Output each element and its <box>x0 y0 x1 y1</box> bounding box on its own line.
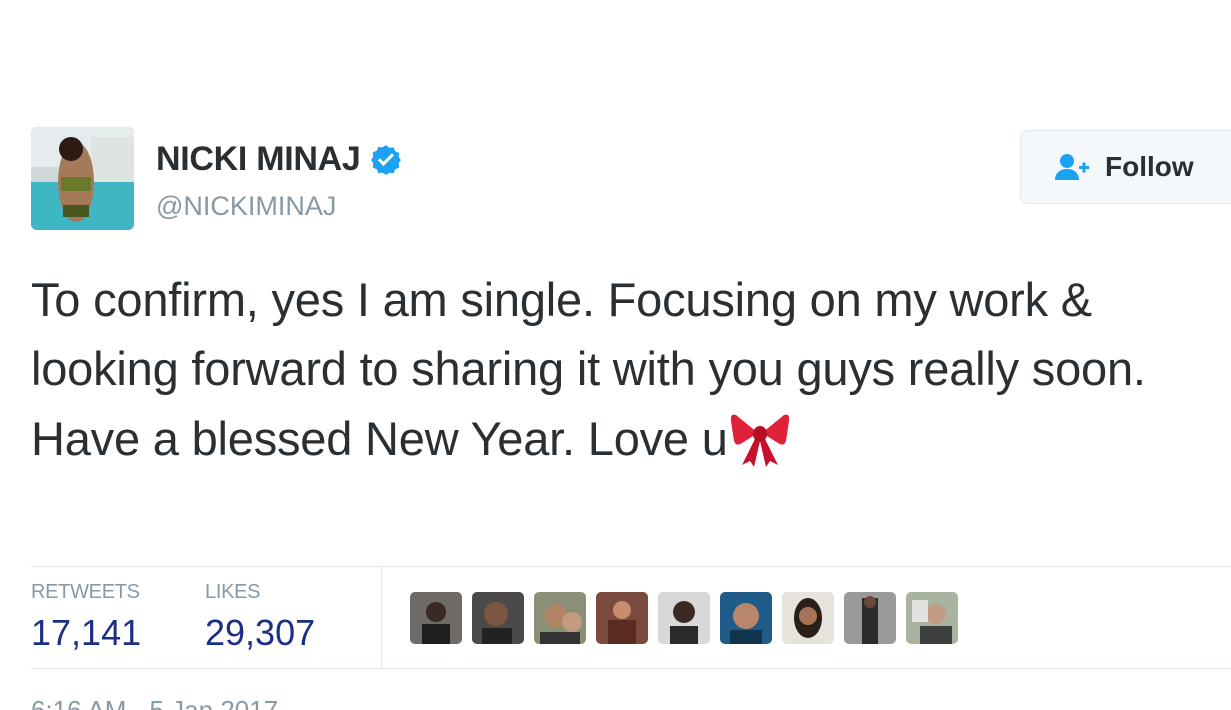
tweet-text-content: To confirm, yes I am single. Focusing on… <box>31 273 1146 465</box>
profile-avatar[interactable] <box>31 127 134 230</box>
liker-avatar[interactable] <box>534 592 586 644</box>
likes-label: LIKES <box>205 581 261 603</box>
liker-avatar[interactable] <box>596 592 648 644</box>
tweet-card: NICKI MINAJ @NICKIMINAJ Follow To confir… <box>0 0 1231 710</box>
follow-button-label: Follow <box>1105 151 1194 182</box>
stats-divider-top <box>31 566 1231 567</box>
liker-avatar[interactable] <box>906 592 958 644</box>
user-handle[interactable]: @NICKIMINAJ <box>156 191 403 222</box>
liker-avatar[interactable] <box>782 592 834 644</box>
verified-badge-icon <box>369 143 403 177</box>
tweet-text: To confirm, yes I am single. Focusing on… <box>31 265 1191 473</box>
liker-avatar[interactable] <box>720 592 772 644</box>
likers-avatars <box>410 592 958 644</box>
retweets-label: RETWEETS <box>31 581 140 603</box>
likes-stat[interactable]: LIKES 29,307 <box>205 581 315 654</box>
likes-count: 29,307 <box>205 612 316 653</box>
liker-avatar[interactable] <box>410 592 462 644</box>
liker-avatar[interactable] <box>658 592 710 644</box>
follow-button[interactable]: Follow <box>1020 130 1231 204</box>
liker-avatar[interactable] <box>844 592 896 644</box>
user-info: NICKI MINAJ @NICKIMINAJ <box>156 140 403 222</box>
name-row: NICKI MINAJ <box>156 140 403 179</box>
retweets-count: 17,141 <box>31 612 142 653</box>
retweets-stat[interactable]: RETWEETS 17,141 <box>31 581 141 654</box>
stats-divider-bottom <box>31 668 1231 669</box>
liker-avatar[interactable] <box>472 592 524 644</box>
display-name[interactable]: NICKI MINAJ <box>156 140 361 179</box>
tweet-timestamp[interactable]: 6:16 AM - 5 Jan 2017 <box>31 695 278 710</box>
ribbon-icon <box>728 403 792 467</box>
follow-user-icon <box>1053 152 1091 182</box>
stats-separator <box>381 567 382 668</box>
